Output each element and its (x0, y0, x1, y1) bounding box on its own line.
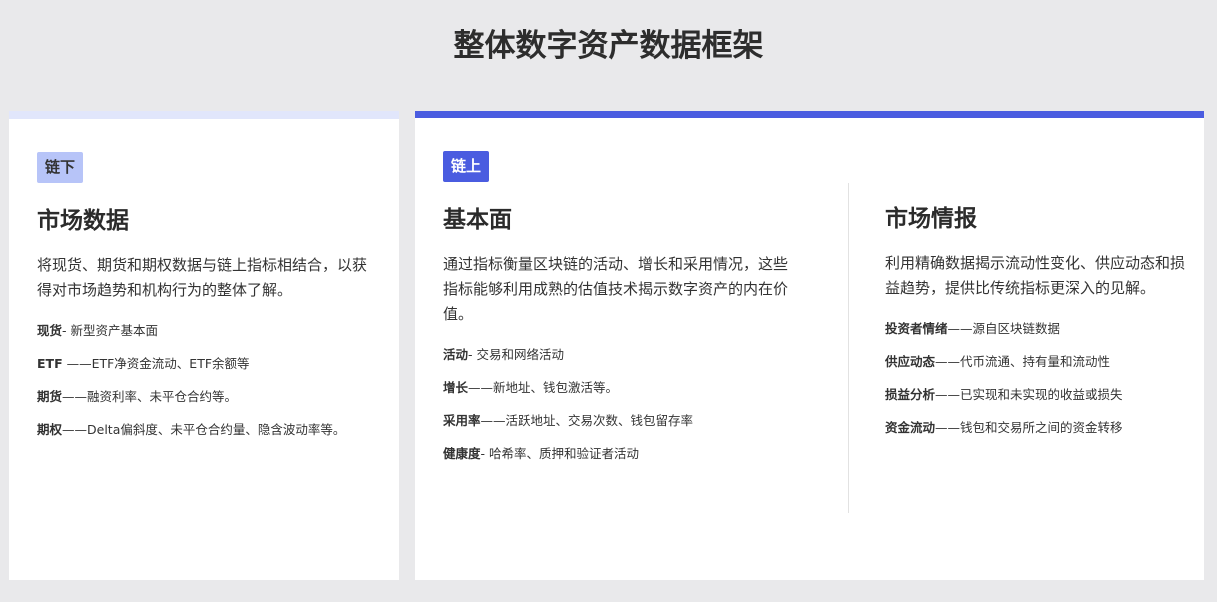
market-intelligence-list: 投资者情绪——源自区块链数据 供应动态——代币流通、持有量和流动性 损益分析——… (885, 319, 1185, 438)
fundamentals-description: 通过指标衡量区块链的活动、增长和采用情况，这些指标能够利用成熟的估值技术揭示数字… (443, 255, 789, 323)
market-data-heading: 市场数据 (37, 208, 129, 234)
item-text: - 交易和网络活动 (468, 347, 564, 362)
item-text: - 哈希率、质押和验证者活动 (480, 446, 640, 461)
market-data-description: 将现货、期货和期权数据与链上指标相结合，以获得对市场趋势和机构行为的整体了解。 (37, 256, 368, 299)
item-label: 期权 (37, 422, 63, 437)
item-text: ——融资利率、未平仓合约等。 (62, 389, 238, 404)
offchain-badge: 链下 (37, 152, 84, 183)
item-text: ——代币流通、持有量和流动性 (935, 354, 1111, 369)
item-label: 现货 (37, 323, 63, 338)
onchain-card: 链上 基本面 通过指标衡量区块链的活动、增长和采用情况，这些指标能够利用成熟的估… (415, 111, 1204, 580)
market-intelligence-heading: 市场情报 (885, 206, 977, 232)
fundamentals-list: 活动- 交易和网络活动 增长——新地址、钱包激活等。 采用率——活跃地址、交易次… (443, 345, 793, 464)
market-data-list: 现货- 新型资产基本面 ETF ——ETF净资金流动、ETF余额等 期货——融资… (37, 321, 367, 440)
item-label: 增长 (443, 380, 469, 395)
item-label: 资金流动 (885, 420, 936, 435)
market-intelligence-description: 利用精确数据揭示流动性变化、供应动态和损益趋势，提供比传统指标更深入的见解。 (885, 254, 1186, 297)
item-text: ——已实现和未实现的收益或损失 (935, 387, 1123, 402)
fundamentals-heading: 基本面 (443, 207, 512, 233)
list-item: 增长——新地址、钱包激活等。 (443, 378, 793, 398)
onchain-badge: 链上 (443, 151, 490, 182)
list-item: ETF ——ETF净资金流动、ETF余额等 (37, 354, 367, 374)
item-label: 供应动态 (885, 354, 936, 369)
item-text: ——ETF净资金流动、ETF余额等 (62, 356, 250, 371)
item-label: 健康度 (443, 446, 481, 461)
list-item: 采用率——活跃地址、交易次数、钱包留存率 (443, 411, 793, 431)
list-item: 期权——Delta偏斜度、未平仓合约量、隐含波动率等。 (37, 420, 367, 440)
item-text: ——活跃地址、交易次数、钱包留存率 (480, 413, 694, 428)
list-item: 供应动态——代币流通、持有量和流动性 (885, 352, 1185, 372)
page-title: 整体数字资产数据框架 (453, 28, 764, 64)
item-text: ——源自区块链数据 (947, 321, 1061, 336)
offchain-card: 链下 市场数据 将现货、期货和期权数据与链上指标相结合，以获得对市场趋势和机构行… (9, 111, 399, 580)
list-item: 期货——融资利率、未平仓合约等。 (37, 387, 367, 407)
item-label: 损益分析 (885, 387, 936, 402)
item-label: ETF (37, 356, 63, 371)
item-text: ——Delta偏斜度、未平仓合约量、隐含波动率等。 (62, 422, 346, 437)
column-divider (848, 183, 849, 513)
item-label: 活动 (443, 347, 469, 362)
list-item: 资金流动——钱包和交易所之间的资金转移 (885, 418, 1185, 438)
item-text: ——钱包和交易所之间的资金转移 (935, 420, 1123, 435)
list-item: 健康度- 哈希率、质押和验证者活动 (443, 444, 793, 464)
item-label: 采用率 (443, 413, 481, 428)
list-item: 活动- 交易和网络活动 (443, 345, 793, 365)
list-item: 投资者情绪——源自区块链数据 (885, 319, 1185, 339)
item-label: 期货 (37, 389, 63, 404)
item-text: - 新型资产基本面 (62, 323, 158, 338)
item-text: ——新地址、钱包激活等。 (468, 380, 619, 395)
item-label: 投资者情绪 (885, 321, 948, 336)
list-item: 现货- 新型资产基本面 (37, 321, 367, 341)
list-item: 损益分析——已实现和未实现的收益或损失 (885, 385, 1185, 405)
